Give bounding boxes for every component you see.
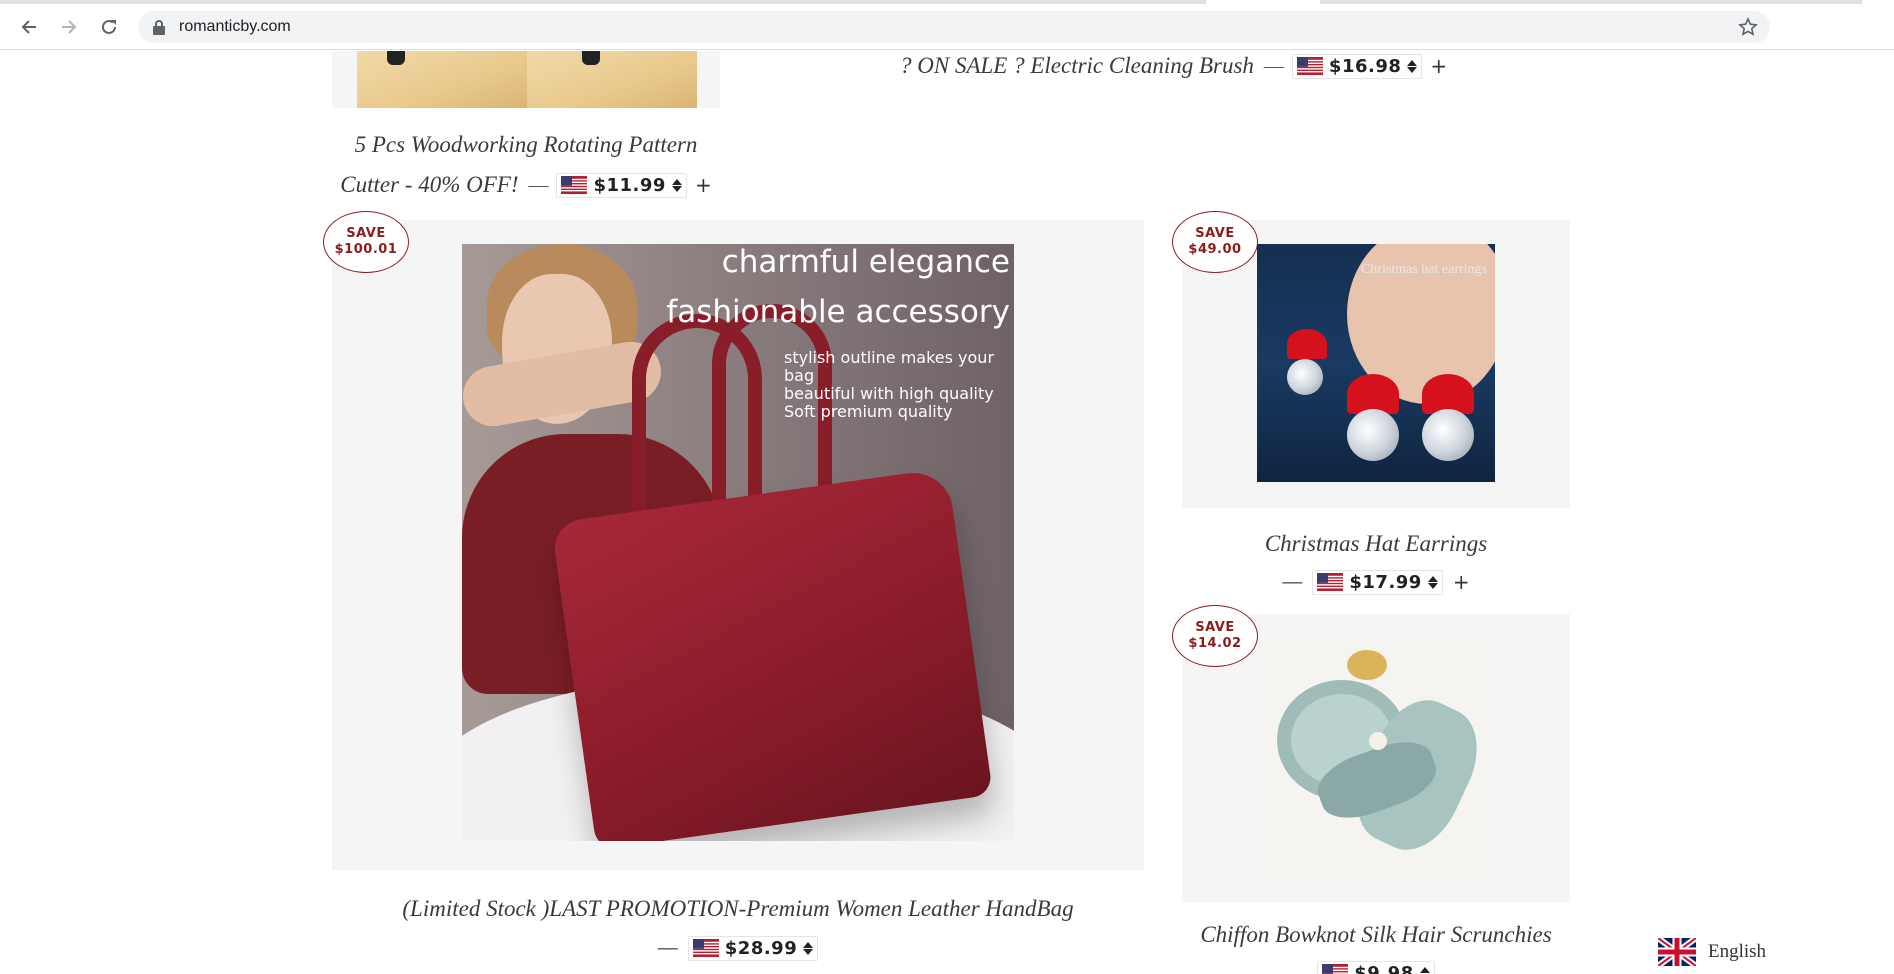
crystal-gem <box>1422 409 1474 461</box>
scrunchies-image[interactable] <box>1257 640 1495 878</box>
image-caption: Christmas hat earrings <box>1361 262 1487 277</box>
wood-block <box>527 51 697 108</box>
santa-hat <box>1347 374 1399 414</box>
wood-block <box>357 51 527 108</box>
price-value: $28.99 <box>724 937 798 959</box>
sort-arrows-icon <box>803 941 814 955</box>
save-label: SAVE <box>1195 620 1235 635</box>
pearl <box>1369 732 1387 750</box>
price-value: $11.99 <box>593 174 666 196</box>
gold-accent <box>1347 650 1387 680</box>
price-dash: — <box>528 173 549 196</box>
address-bar[interactable]: romanticby.com <box>138 11 1770 43</box>
language-label: English <box>1708 941 1767 962</box>
url-text: romanticby.com <box>179 18 291 35</box>
price-value: $9.98 <box>1354 962 1414 974</box>
uk-flag-icon <box>1658 938 1696 966</box>
plus-icon[interactable]: + <box>1453 570 1470 594</box>
sort-arrows-icon <box>1419 966 1430 974</box>
santa-hat <box>1287 329 1327 359</box>
save-amount: $49.00 <box>1188 242 1242 257</box>
lock-icon <box>153 20 165 35</box>
price-value: $17.99 <box>1349 571 1422 593</box>
us-flag-icon <box>561 176 588 194</box>
currency-price-selector[interactable]: $17.99 <box>1312 569 1443 595</box>
handbag-image[interactable]: charmful elegance fashionable accessory … <box>462 244 1014 841</box>
us-flag-icon <box>1296 57 1323 75</box>
price-line: — $17.99 + <box>1182 564 1570 600</box>
wood-knob <box>387 51 405 65</box>
currency-price-selector[interactable]: $16.98 <box>1291 53 1423 79</box>
image-text: Soft premium quality <box>784 402 953 421</box>
page-content: ? ON SALE ? Electric Cleaning Brush — $1… <box>0 51 1894 974</box>
product-title[interactable]: Chiffon Bowknot Silk Hair Scrunchies <box>1182 915 1570 955</box>
wood-knob <box>582 51 600 65</box>
product-title[interactable]: (Limited Stock )LAST PROMOTION-Premium W… <box>332 889 1144 929</box>
image-text: stylish outline makes your bag <box>784 348 995 385</box>
earrings-info: Christmas Hat Earrings — $17.99 + <box>1182 524 1570 600</box>
currency-price-selector[interactable]: $11.99 <box>556 172 687 198</box>
product-title[interactable]: Christmas Hat Earrings <box>1182 524 1570 564</box>
reload-button[interactable] <box>94 12 124 42</box>
handbag-info: (Limited Stock )LAST PROMOTION-Premium W… <box>332 889 1144 967</box>
image-text: charmful elegance <box>721 244 1010 280</box>
browser-toolbar: romanticby.com <box>0 4 1894 50</box>
plus-icon[interactable]: + <box>1430 54 1447 78</box>
us-flag-icon <box>692 939 719 957</box>
sort-arrows-icon <box>1427 575 1438 589</box>
product-title[interactable]: 5 Pcs Woodworking Rotating Pattern <box>332 125 720 165</box>
save-badge: SAVE $100.01 <box>323 211 409 273</box>
cleaning-brush-info: ? ON SALE ? Electric Cleaning Brush — $1… <box>900 51 1447 81</box>
us-flag-icon <box>1322 964 1349 974</box>
plus-icon[interactable]: + <box>695 173 712 197</box>
price-line: — $16.98 + <box>1263 53 1447 79</box>
price-dash: — <box>1263 54 1284 77</box>
save-badge: SAVE $14.02 <box>1172 605 1258 667</box>
back-button[interactable] <box>14 12 44 42</box>
currency-price-selector[interactable]: $9.98 <box>1317 960 1435 974</box>
price-dash: — <box>657 936 678 959</box>
save-label: SAVE <box>1195 226 1235 241</box>
price-line: — $28.99 <box>332 929 1144 967</box>
forward-button[interactable] <box>54 12 84 42</box>
image-text: beautiful with high quality <box>784 384 994 403</box>
image-text-block: stylish outline makes your bag beautiful… <box>784 349 1014 421</box>
currency-price-selector[interactable]: $28.99 <box>687 935 819 961</box>
save-label: SAVE <box>346 226 386 241</box>
earrings-image[interactable]: Christmas hat earrings <box>1257 244 1495 482</box>
price-line: — $11.99 + <box>528 172 712 198</box>
save-amount: $14.02 <box>1188 636 1242 651</box>
price-value: $16.98 <box>1328 55 1402 77</box>
price-dash: — <box>1282 570 1303 593</box>
image-text: fashionable accessory <box>666 294 1010 330</box>
sort-arrows-icon <box>1407 59 1418 73</box>
price-line: $9.98 <box>1182 955 1570 974</box>
bag-body <box>550 467 994 841</box>
arrow-left-icon <box>21 20 36 34</box>
reload-icon <box>102 19 116 34</box>
wood-cutter-image[interactable] <box>332 51 720 108</box>
product-title-cont[interactable]: Cutter - 40% OFF! <box>340 172 518 198</box>
wood-cutter-info: 5 Pcs Woodworking Rotating Pattern Cutte… <box>332 125 720 205</box>
santa-hat <box>1422 374 1474 414</box>
bookmark-star-icon[interactable] <box>1738 17 1758 37</box>
us-flag-icon <box>1317 573 1344 591</box>
save-amount: $100.01 <box>334 242 398 257</box>
crystal-gem <box>1347 409 1399 461</box>
title-price-row: Cutter - 40% OFF! — $11.99 + <box>332 165 720 205</box>
save-badge: SAVE $49.00 <box>1172 211 1258 273</box>
product-title[interactable]: ? ON SALE ? Electric Cleaning Brush <box>900 53 1254 79</box>
scrunchies-info: Chiffon Bowknot Silk Hair Scrunchies $9.… <box>1182 915 1570 974</box>
language-switcher[interactable]: English <box>1652 936 1773 968</box>
sort-arrows-icon <box>671 178 682 192</box>
crystal-gem <box>1287 359 1323 395</box>
arrow-right-icon <box>62 20 77 34</box>
